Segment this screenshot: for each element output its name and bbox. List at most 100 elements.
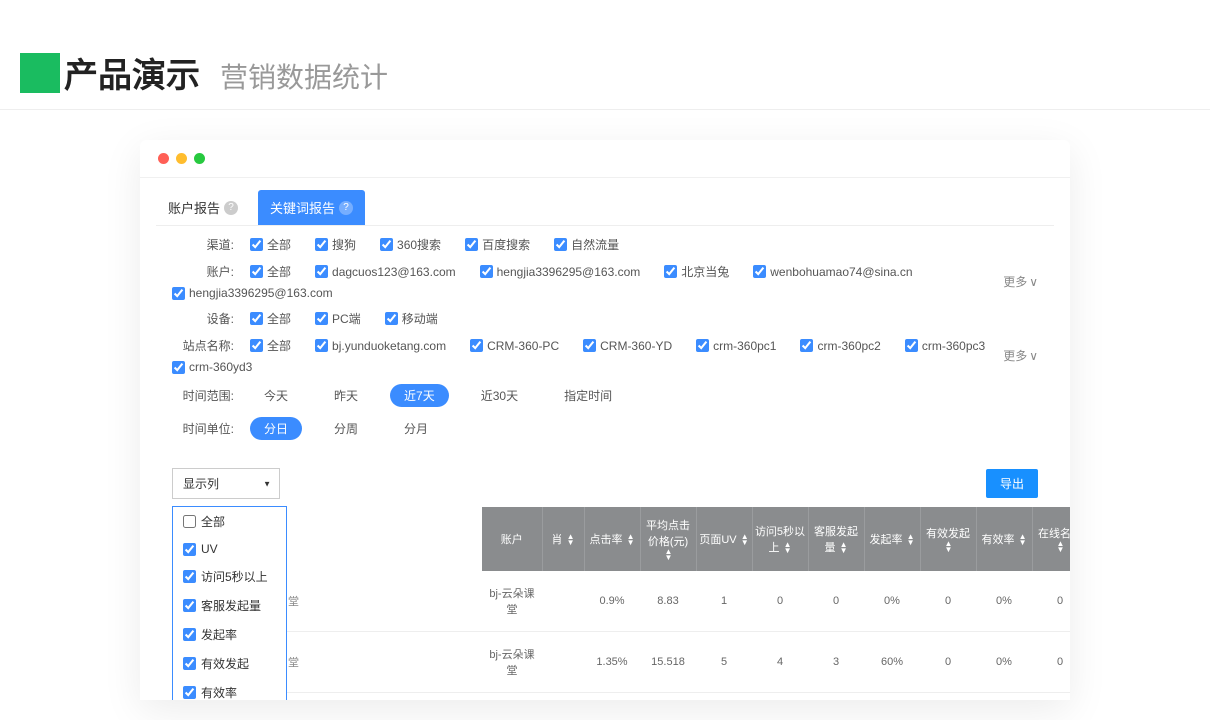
sort-icon[interactable]: ▲▼ [840, 542, 848, 554]
sort-icon[interactable]: ▲▼ [907, 534, 915, 546]
close-icon[interactable] [158, 153, 169, 164]
column-option[interactable]: 客服发起量 [173, 591, 286, 620]
tab-account-report[interactable]: 账户报告 ? [156, 190, 250, 225]
maximize-icon[interactable] [194, 153, 205, 164]
chk-device-pc[interactable]: PC端 [315, 310, 361, 327]
chk-account[interactable]: hengjia3396295@163.com [172, 286, 333, 300]
page-header: 产品演示 营销数据统计 [0, 0, 1210, 110]
col-header[interactable]: 账户 [482, 507, 542, 571]
pill-custom[interactable]: 指定时间 [550, 384, 626, 407]
chk-account[interactable]: dagcuos123@163.com [315, 265, 456, 279]
filter-account: 账户: 全部 dagcuos123@163.com hengjia3396295… [156, 253, 1054, 300]
filter-label: 时间范围: [172, 387, 234, 404]
pill-day[interactable]: 分日 [250, 417, 302, 440]
pill-7days[interactable]: 近7天 [390, 384, 449, 407]
chk-account[interactable]: 全部 [250, 263, 291, 280]
chk-channel-360[interactable]: 360搜索 [380, 236, 441, 253]
chk-site[interactable]: crm-360pc2 [800, 339, 880, 353]
filter-label: 账户: [172, 263, 234, 280]
filter-label: 时间单位: [172, 420, 234, 437]
pill-30days[interactable]: 近30天 [467, 384, 532, 407]
filter-label: 站点名称: [172, 337, 234, 354]
chk-site[interactable]: crm-360pc1 [696, 339, 776, 353]
chk-channel-all[interactable]: 全部 [250, 236, 291, 253]
report-tabs: 账户报告 ? 关键词报告 ? [156, 190, 1054, 226]
filter-label: 设备: [172, 310, 234, 327]
tab-keyword-report[interactable]: 关键词报告 ? [258, 190, 365, 225]
tab-label: 账户报告 [168, 198, 220, 217]
column-option[interactable]: 访问5秒以上 [173, 562, 286, 591]
tab-label: 关键词报告 [270, 198, 335, 217]
col-header[interactable]: 肖 ▲▼ [542, 507, 584, 571]
col-header[interactable]: 有效发起 ▲▼ [920, 507, 976, 571]
col-header[interactable]: 访问5秒以上 ▲▼ [752, 507, 808, 571]
col-header[interactable]: 在线名片 ▲▼ [1032, 507, 1070, 571]
filter-timeunit: 时间单位: 分日 分周 分月 [156, 407, 1054, 440]
chk-account[interactable]: 北京当兔 [664, 263, 729, 280]
table-toolbar: 显示列 导出 [156, 440, 1054, 507]
more-link[interactable]: 更多 ∨ [1003, 273, 1038, 290]
data-table: 账户肖 ▲▼点击率 ▲▼平均点击价格(元) ▲▼页面UV ▲▼访问5秒以上 ▲▼… [172, 507, 1070, 700]
brand-block [20, 53, 60, 93]
chk-site[interactable]: CRM-360-YD [583, 339, 672, 353]
chk-account[interactable]: hengjia3396295@163.com [480, 265, 641, 279]
chk-site[interactable]: CRM-360-PC [470, 339, 559, 353]
export-button[interactable]: 导出 [986, 469, 1038, 498]
col-header[interactable]: 页面UV ▲▼ [696, 507, 752, 571]
sort-icon[interactable]: ▲▼ [627, 534, 635, 546]
filter-timerange: 时间范围: 今天 昨天 近7天 近30天 指定时间 [156, 374, 1054, 407]
column-option[interactable]: 有效发起 [173, 649, 286, 678]
filter-label: 渠道: [172, 236, 234, 253]
sort-icon[interactable]: ▲▼ [741, 534, 749, 546]
chk-channel-baidu[interactable]: 百度搜索 [465, 236, 530, 253]
chk-site[interactable]: 全部 [250, 337, 291, 354]
pill-yesterday[interactable]: 昨天 [320, 384, 372, 407]
pill-week[interactable]: 分周 [320, 417, 372, 440]
column-option[interactable]: 全部 [173, 507, 286, 536]
window-titlebar [140, 140, 1070, 178]
filter-channel: 渠道: 全部 搜狗 360搜索 百度搜索 自然流量 [156, 226, 1054, 253]
chevron-down-icon: ∨ [1029, 275, 1038, 289]
pill-today[interactable]: 今天 [250, 384, 302, 407]
page-subtitle: 营销数据统计 [220, 56, 388, 96]
column-option[interactable]: UV [173, 536, 286, 562]
help-icon[interactable]: ? [339, 201, 353, 215]
chk-device-all[interactable]: 全部 [250, 310, 291, 327]
chk-account[interactable]: wenbohuamao74@sina.cn [753, 265, 912, 279]
col-header[interactable]: 有效率 ▲▼ [976, 507, 1032, 571]
col-header[interactable]: 客服发起量 ▲▼ [808, 507, 864, 571]
chk-site[interactable]: crm-360yd3 [172, 360, 252, 374]
app-window: 账户报告 ? 关键词报告 ? 渠道: 全部 搜狗 360搜索 百度搜索 自然流量… [140, 140, 1070, 700]
column-select[interactable]: 显示列 [172, 468, 280, 499]
sort-icon[interactable]: ▲▼ [665, 549, 673, 561]
table-row: 堂bj-云朵课堂1.35%15.51854360%00%000% [172, 632, 1070, 693]
filter-site: 站点名称: 全部 bj.yunduoketang.com CRM-360-PC … [156, 327, 1054, 374]
page-title: 产品演示 [64, 48, 200, 97]
table-container: 全部UV访问5秒以上客服发起量发起率有效发起有效率在线名片离线名片名片索取率有效… [172, 507, 1038, 700]
pill-month[interactable]: 分月 [390, 417, 442, 440]
minimize-icon[interactable] [176, 153, 187, 164]
chk-channel-organic[interactable]: 自然流量 [554, 236, 619, 253]
table-row: 堂bj-云朵课堂0.9%8.831000%00%000% [172, 571, 1070, 632]
col-header[interactable]: 发起率 ▲▼ [864, 507, 920, 571]
sort-icon[interactable]: ▲▼ [784, 542, 792, 554]
col-header[interactable]: 点击率 ▲▼ [584, 507, 640, 571]
more-link[interactable]: 更多 ∨ [1003, 347, 1038, 364]
filter-device: 设备: 全部 PC端 移动端 [156, 300, 1054, 327]
sort-icon[interactable]: ▲▼ [567, 534, 575, 546]
column-dropdown: 全部UV访问5秒以上客服发起量发起率有效发起有效率在线名片离线名片名片索取率有效… [172, 506, 287, 700]
column-option[interactable]: 有效率 [173, 678, 286, 700]
sort-icon[interactable]: ▲▼ [1019, 534, 1027, 546]
help-icon[interactable]: ? [224, 201, 238, 215]
chk-channel-sogou[interactable]: 搜狗 [315, 236, 356, 253]
chk-site[interactable]: crm-360pc3 [905, 339, 985, 353]
column-option[interactable]: 发起率 [173, 620, 286, 649]
chk-device-mobile[interactable]: 移动端 [385, 310, 438, 327]
table-row: 堂bj-云朵课堂0%01100%00%000% [172, 693, 1070, 700]
content-area: 账户报告 ? 关键词报告 ? 渠道: 全部 搜狗 360搜索 百度搜索 自然流量… [140, 178, 1070, 700]
chk-site[interactable]: bj.yunduoketang.com [315, 339, 446, 353]
sort-icon[interactable]: ▲▼ [945, 541, 953, 553]
chevron-down-icon: ∨ [1029, 349, 1038, 363]
sort-icon[interactable]: ▲▼ [1057, 541, 1065, 553]
col-header[interactable]: 平均点击价格(元) ▲▼ [640, 507, 696, 571]
